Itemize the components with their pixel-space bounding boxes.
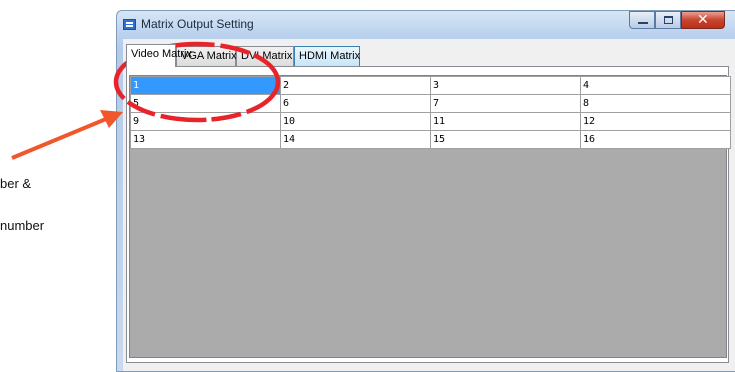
grid-cell[interactable]: 10 [280, 112, 431, 131]
tab-label: HDMI Matrix [299, 50, 361, 62]
grid-cell[interactable]: 14 [280, 130, 431, 149]
client-area: Video Matrix VGA Matrix DVI Matrix HDMI … [123, 39, 735, 371]
table-row: 9 10 11 12 [130, 112, 731, 131]
grid-cell[interactable]: 8 [580, 94, 731, 113]
grid-cell[interactable]: 13 [130, 130, 281, 149]
minimize-icon [638, 22, 648, 24]
annotation-text-line1: ber & [0, 176, 32, 191]
grid-cell[interactable]: 12 [580, 112, 731, 131]
grid-cell[interactable]: 7 [430, 94, 581, 113]
tab-label: DVI Matrix [241, 50, 293, 62]
grid-cell[interactable]: 2 [280, 76, 431, 95]
table-row: 1 2 3 4 [130, 76, 731, 95]
grid-cell[interactable]: 4 [580, 76, 731, 95]
grid-cell[interactable]: 3 [430, 76, 581, 95]
maximize-button[interactable] [655, 11, 681, 29]
matrix-table: 1 2 3 4 5 6 7 8 9 10 11 12 13 14 15 16 [130, 76, 731, 149]
tab-video-matrix[interactable]: Video Matrix [126, 44, 192, 67]
window-controls: ✕ [629, 11, 725, 30]
grid-cell[interactable]: 16 [580, 130, 731, 149]
table-row: 5 6 7 8 [130, 94, 731, 113]
tab-dvi-matrix[interactable]: DVI Matrix [236, 46, 294, 66]
app-icon [123, 19, 136, 30]
grid-cell[interactable]: 1 [130, 76, 281, 95]
tab-label: Video Matrix [131, 48, 192, 60]
annotation-text-line2: number [0, 218, 45, 233]
close-button[interactable]: ✕ [681, 11, 725, 29]
grid-cell[interactable]: 6 [280, 94, 431, 113]
grid-cell[interactable]: 5 [130, 94, 281, 113]
close-icon: ✕ [697, 12, 709, 28]
grid-cell[interactable]: 15 [430, 130, 581, 149]
tab-panel: 1 2 3 4 5 6 7 8 9 10 11 12 13 14 15 16 [126, 66, 731, 363]
table-row: 13 14 15 16 [130, 130, 731, 149]
tab-hdmi-matrix[interactable]: HDMI Matrix [294, 46, 360, 66]
grid-cell[interactable]: 11 [430, 112, 581, 131]
grid-cell[interactable]: 9 [130, 112, 281, 131]
minimize-button[interactable] [629, 11, 655, 29]
arrow-shaft [11, 117, 107, 160]
maximize-icon [664, 16, 673, 24]
title-bar[interactable]: Matrix Output Setting ✕ [117, 11, 735, 39]
matrix-grid[interactable]: 1 2 3 4 5 6 7 8 9 10 11 12 13 14 15 16 [129, 75, 731, 358]
matrix-output-window: Matrix Output Setting ✕ Video Matrix VGA… [116, 10, 735, 372]
window-title: Matrix Output Setting [141, 17, 254, 31]
